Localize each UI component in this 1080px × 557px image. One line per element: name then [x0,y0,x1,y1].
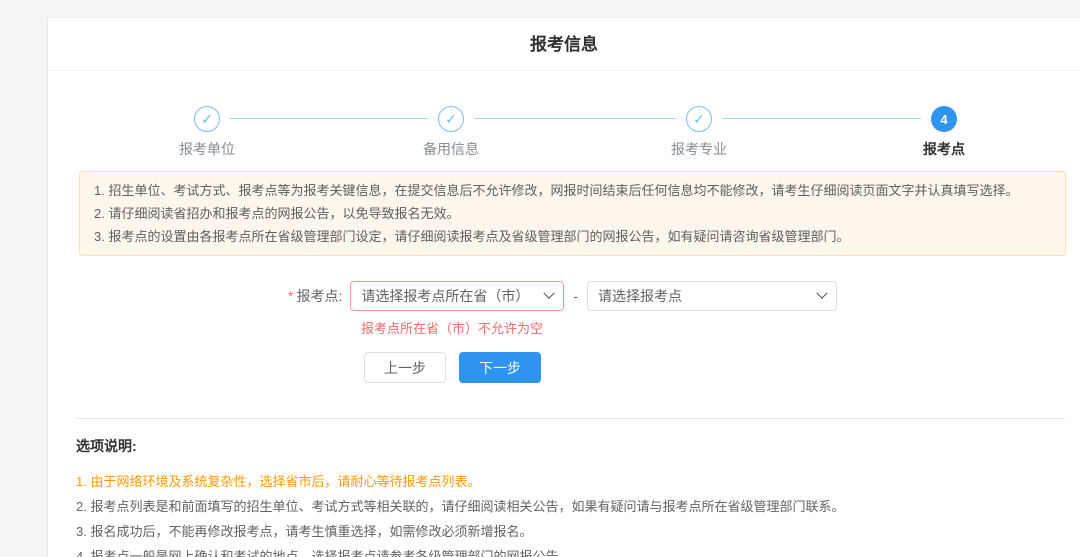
notice-line: 1. 招生单位、考试方式、报考点等为报考关键信息，在提交信息后不允许修改，网报时… [94,179,1051,202]
step-label: 报考单位 [142,139,272,159]
required-asterisk: * [288,288,293,304]
step-label: 报考专业 [634,139,764,159]
page-background: 报考信息 ✓ 报考单位 ✓ 备用信息 ✓ 报考专业 [0,0,1080,557]
page-title: 报考信息 [48,18,1080,71]
exam-site-select-value: 请选择报考点 [598,286,682,306]
chevron-down-icon [544,288,555,299]
select-separator: - [573,288,578,304]
note-line: 1. 由于网络环境及系统复杂性，选择省市后，请耐心等待报考点列表。 [76,469,1060,494]
note-line: 2. 报考点列表是和前面填写的招生单位、考试方式等相关联的，请仔细阅读相关公告，… [76,494,1060,519]
note-line: 4. 报考点一般是网上确认和考试的地点，选择报考点请参考各级管理部门的网报公告。 [76,544,1060,557]
exam-site-row: * 报考点: 请选择报考点所在省（市） - 请选择报考点 [288,281,1080,311]
step-exam-site-current: 4 报考点 [879,71,1009,159]
chevron-down-icon [816,288,827,299]
exam-site-form: * 报考点: 请选择报考点所在省（市） - 请选择报考点 报考点所在省（市）不允… [48,281,1080,383]
note-line: 3. 报名成功后，不能再修改报考点，请考生慎重选择，如需修改必须新增报名。 [76,519,1060,544]
step-done-check-icon: ✓ [438,106,464,132]
notice-box: 1. 招生单位、考试方式、报考点等为报考关键信息，在提交信息后不允许修改，网报时… [79,171,1066,256]
next-step-button[interactable]: 下一步 [459,352,541,383]
check-icon: ✓ [693,111,705,128]
province-select[interactable]: 请选择报考点所在省（市） [350,281,564,311]
step-enroll-unit: ✓ 报考单位 [142,71,272,159]
exam-site-label: 报考点: [296,286,342,306]
step-backup-info: ✓ 备用信息 [386,71,516,159]
check-icon: ✓ [445,111,457,128]
step-done-check-icon: ✓ [194,106,220,132]
province-select-value: 请选择报考点所在省（市） [361,286,529,306]
step-number-badge: 4 [931,106,957,132]
notice-line: 3. 报考点的设置由各报考点所在省级管理部门设定，请仔细阅读报考点及省级管理部门… [94,225,1051,248]
step-done-check-icon: ✓ [686,106,712,132]
notes-heading: 选项说明: [76,436,1060,456]
prev-step-button[interactable]: 上一步 [364,352,446,383]
registration-card: 报考信息 ✓ 报考单位 ✓ 备用信息 ✓ 报考专业 [47,17,1080,557]
step-label: 报考点 [879,139,1009,159]
notice-line: 2. 请仔细阅读省招办和报考点的网报公告，以免导致报名无效。 [94,202,1051,225]
check-icon: ✓ [201,111,213,128]
option-notes: 选项说明: 1. 由于网络环境及系统复杂性，选择省市后，请耐心等待报考点列表。 … [48,419,1080,557]
exam-site-select[interactable]: 请选择报考点 [587,281,837,311]
stepper: ✓ 报考单位 ✓ 备用信息 ✓ 报考专业 4 报考点 [48,71,1080,171]
wizard-buttons: 上一步 下一步 [364,352,1080,383]
step-exam-major: ✓ 报考专业 [634,71,764,159]
validation-error: 报考点所在省（市）不允许为空 [361,318,1080,337]
step-label: 备用信息 [386,139,516,159]
